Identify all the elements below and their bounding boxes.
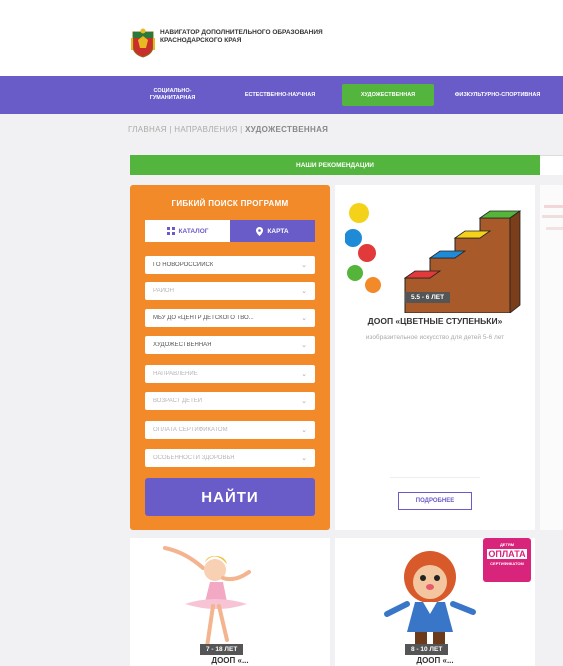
chevron-down-icon: ⌄ [301,455,307,462]
chevron-down-icon: ⌄ [301,262,307,269]
focus-select[interactable]: ХУДОЖЕСТВЕННАЯ ⌄ [145,336,315,354]
select-value: ВОЗРАСТ ДЕТЕЙ [153,398,203,404]
program-image-ballerina [163,546,251,649]
find-button[interactable]: НАЙТИ [145,478,315,516]
chevron-down-icon: ⌄ [301,342,307,349]
select-value: ХУДОЖЕСТВЕННАЯ [153,342,212,348]
nav-item-natural-science[interactable]: ЕСТЕСТВЕННО-НАУЧНАЯ [240,84,320,106]
program-title[interactable]: ДООП «... [335,656,535,665]
program-image-cartoon-character [384,551,476,648]
health-features-select[interactable]: ОСОБЕННОСТИ ЗДОРОВЬЯ ⌄ [145,449,315,467]
program-card[interactable]: 5.5 - 6 ЛЕТ ДООП «ЦВЕТНЫЕ СТУПЕНЬКИ» изо… [335,185,535,530]
program-card[interactable]: 7 - 18 ЛЕТ ДООП «... [130,538,330,666]
age-badge: 5.5 - 6 ЛЕТ [405,292,451,303]
program-title[interactable]: ДООП «... [130,656,330,665]
view-toggle: КАТАЛОГ КАРТА [145,220,315,242]
site-header: НАВИГАТОР ДОПОЛНИТЕЛЬНОГО ОБРАЗОВАНИЯ КР… [0,0,563,76]
badge-top-text: ДЕТЯМ [499,542,515,547]
breadcrumb-separator: | [240,125,243,134]
recommendations-tab[interactable]: НАШИ РЕКОМЕНДАЦИИ [130,155,540,175]
catalog-label: КАТАЛОГ [178,227,209,235]
flexible-search-panel: ГИБКИЙ ПОИСК ПРОГРАММ КАТАЛОГ КАРТА ГО Н… [130,185,330,530]
breadcrumb-current: ХУДОЖЕСТВЕННАЯ [245,125,329,134]
map-pin-icon [256,226,264,236]
nav-item-artistic[interactable]: ХУДОЖЕСТВЕННАЯ [342,84,434,106]
age-badge: 7 - 18 ЛЕТ [200,644,244,655]
district-select[interactable]: РАЙОН ⌄ [145,282,315,300]
select-value: ОПЛАТА СЕРТИФИКАТОМ [153,427,228,433]
details-button[interactable]: ПОДРОБНЕЕ [398,492,472,510]
catalog-view-button[interactable]: КАТАЛОГ [145,220,230,242]
site-logo-text[interactable]: НАВИГАТОР ДОПОЛНИТЕЛЬНОГО ОБРАЗОВАНИЯ КР… [160,29,360,45]
select-value: РАЙОН [153,288,174,294]
nav-item-social-humanitarian[interactable]: СОЦИАЛЬНО-ГУМАНИТАРНАЯ [135,84,210,106]
program-card-partial[interactable] [540,185,563,530]
recommendations-bar-edge [540,155,563,175]
badge-main-text: ОПЛАТА [487,549,527,559]
certificate-payment-badge: ДЕТЯМ ОПЛАТА СЕРТИФИКАТОМ [483,538,531,582]
direction-select[interactable]: НАПРАВЛЕНИЕ ⌄ [145,365,315,383]
program-image-partial [542,205,563,230]
chevron-down-icon: ⌄ [301,371,307,378]
age-select[interactable]: ВОЗРАСТ ДЕТЕЙ ⌄ [145,392,315,410]
breadcrumb-home[interactable]: ГЛАВНАЯ [128,125,167,134]
organization-select[interactable]: МБУ ДО «ЦЕНТР ДЕТСКОГО ТВО... ⌄ [145,309,315,327]
breadcrumb: ГЛАВНАЯ | НАПРАВЛЕНИЯ | ХУДОЖЕСТВЕННАЯ [128,125,328,134]
map-view-button[interactable]: КАРТА [230,220,315,242]
krasnodar-coat-of-arms-logo[interactable] [130,28,156,58]
select-value: НАПРАВЛЕНИЕ [153,371,198,377]
badge-bottom-text: СЕРТИФИКАТОМ [490,561,524,566]
municipality-select[interactable]: ГО НОВОРОССИЙСК ⌄ [145,256,315,274]
direction-nav: СОЦИАЛЬНО-ГУМАНИТАРНАЯ ЕСТЕСТВЕННО-НАУЧН… [0,76,563,114]
select-value: ГО НОВОРОССИЙСК [153,262,214,268]
chevron-down-icon: ⌄ [301,315,307,322]
breadcrumb-directions[interactable]: НАПРАВЛЕНИЯ [174,125,237,134]
select-value: МБУ ДО «ЦЕНТР ДЕТСКОГО ТВО... [153,315,254,321]
breadcrumb-separator: | [169,125,172,134]
divider [390,477,480,478]
chevron-down-icon: ⌄ [301,398,307,405]
search-panel-title: ГИБКИЙ ПОИСК ПРОГРАММ [171,199,289,208]
program-card[interactable]: 8 - 10 ЛЕТ ДООП «... ДЕТЯМ ОПЛАТА СЕРТИФ… [335,538,535,666]
select-value: ОСОБЕННОСТИ ЗДОРОВЬЯ [153,455,235,461]
program-description: изобразительное искусство для детей 5-6 … [365,334,505,341]
map-label: КАРТА [267,227,289,235]
chevron-down-icon: ⌄ [301,288,307,295]
certificate-payment-select[interactable]: ОПЛАТА СЕРТИФИКАТОМ ⌄ [145,421,315,439]
nav-item-physical-sports[interactable]: ФИЗКУЛЬТУРНО-СПОРТИВНАЯ [450,84,545,106]
age-badge: 8 - 10 ЛЕТ [405,644,449,655]
chevron-down-icon: ⌄ [301,427,307,434]
program-title[interactable]: ДООП «ЦВЕТНЫЕ СТУПЕНЬКИ» [335,316,535,326]
grid-icon [166,227,175,235]
